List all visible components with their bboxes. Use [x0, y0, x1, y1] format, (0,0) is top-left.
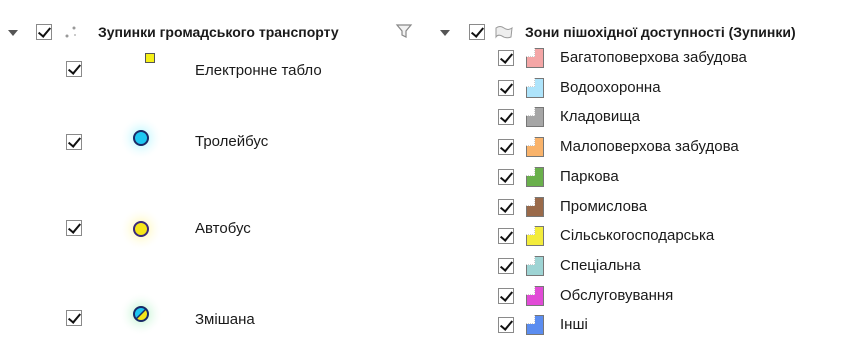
swatch-corner: [526, 286, 535, 295]
cyan-circle-icon: [117, 114, 165, 162]
swatch-corner: [526, 226, 535, 235]
swatch-corner: [526, 107, 535, 116]
color-swatch-icon: [526, 256, 544, 276]
item-label: Сільськогосподарська: [560, 227, 715, 244]
group-checkbox-stops[interactable]: [36, 24, 52, 40]
swatch-corner: [526, 78, 535, 87]
polygon-layer-icon: [494, 24, 514, 40]
swatch-corner: [526, 256, 535, 265]
checkbox-item[interactable]: [498, 317, 514, 333]
collapse-arrow-icon[interactable]: [440, 30, 450, 36]
swatch-corner: [526, 137, 535, 146]
group-checkbox-zones[interactable]: [469, 24, 485, 40]
color-swatch-icon: [526, 107, 544, 127]
item-label: Кладовища: [560, 108, 640, 125]
item-label: Багатоповерхова забудова: [560, 49, 747, 66]
swatch-corner: [526, 197, 535, 206]
checkbox-item[interactable]: [498, 139, 514, 155]
checkbox-item[interactable]: [498, 258, 514, 274]
color-swatch-icon: [526, 286, 544, 306]
checkbox-item[interactable]: [498, 228, 514, 244]
item-label: Обслуговування: [560, 287, 674, 304]
color-swatch-icon: [526, 78, 544, 98]
checkbox-item[interactable]: [66, 134, 82, 150]
checkbox-item[interactable]: [498, 199, 514, 215]
item-label: Автобус: [195, 220, 251, 237]
color-swatch-icon: [526, 315, 544, 335]
item-label: Водоохоронна: [560, 79, 661, 96]
yellow-circle-icon: [117, 205, 165, 253]
item-label: Тролейбус: [195, 133, 269, 150]
yellow-square-icon: [145, 53, 155, 63]
checkbox-item[interactable]: [66, 310, 82, 326]
checkbox-item[interactable]: [498, 80, 514, 96]
item-label: Інші: [560, 316, 588, 333]
point-layer-icon: [64, 24, 78, 40]
item-label: Малоповерхова забудова: [560, 138, 739, 155]
item-label: Паркова: [560, 168, 619, 185]
checkbox-item[interactable]: [66, 220, 82, 236]
group-title-zones: Зони пішохідної доступності (Зупинки): [525, 24, 796, 40]
item-label: Змішана: [195, 311, 255, 328]
color-swatch-icon: [526, 226, 544, 246]
mixed-circle-icon: [117, 290, 165, 338]
checkbox-item[interactable]: [498, 169, 514, 185]
item-label: Електронне табло: [195, 62, 322, 79]
item-label: Спеціальна: [560, 257, 641, 274]
swatch-corner: [526, 48, 535, 57]
swatch-corner: [526, 167, 535, 176]
checkbox-item[interactable]: [498, 288, 514, 304]
collapse-arrow-icon[interactable]: [8, 30, 18, 36]
checkbox-item[interactable]: [66, 61, 82, 77]
color-swatch-icon: [526, 137, 544, 157]
item-label: Промислова: [560, 198, 648, 215]
filter-icon[interactable]: [395, 22, 413, 40]
color-swatch-icon: [526, 167, 544, 187]
checkbox-item[interactable]: [498, 50, 514, 66]
swatch-corner: [526, 315, 535, 324]
color-swatch-icon: [526, 197, 544, 217]
color-swatch-icon: [526, 48, 544, 68]
checkbox-item[interactable]: [498, 109, 514, 125]
group-title-stops: Зупинки громадського транспорту: [98, 24, 339, 40]
